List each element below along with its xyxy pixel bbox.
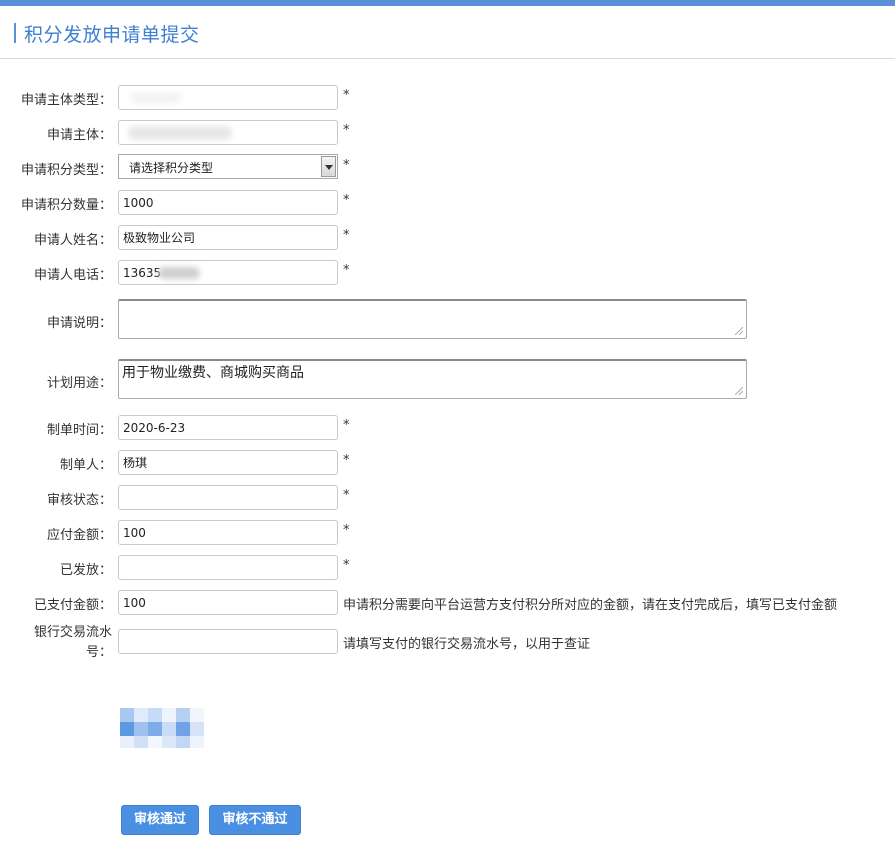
approve-button[interactable]: 审核通过 xyxy=(121,805,199,835)
row-applicant-type: 申请主体类型： * xyxy=(0,85,895,110)
required-mark: * xyxy=(343,193,350,208)
required-mark: * xyxy=(343,418,350,433)
applicant-phone-input[interactable] xyxy=(118,260,338,285)
row-creator: 制单人： * xyxy=(0,450,895,475)
points-type-select[interactable]: 请选择积分类型 xyxy=(118,154,338,179)
chevron-down-icon[interactable] xyxy=(321,156,336,177)
row-points-amount: 申请积分数量： * xyxy=(0,190,895,215)
row-paid-amount: 已支付金额： 申请积分需要向平台运营方支付积分所对应的金额，请在支付完成后，填写… xyxy=(0,590,895,615)
row-applicant-phone: 申请人电话： * xyxy=(0,260,895,285)
page-title: 积分发放申请单提交 xyxy=(24,24,200,46)
page-header: 积分发放申请单提交 xyxy=(0,6,895,59)
row-description: 申请说明： xyxy=(0,299,895,339)
review-status-label: 审核状态： xyxy=(46,493,112,508)
required-mark: * xyxy=(343,263,350,278)
creator-input[interactable] xyxy=(118,450,338,475)
row-created-time: 制单时间： * xyxy=(0,415,895,440)
applicant-name-input[interactable] xyxy=(118,225,338,250)
paid-amount-label: 已支付金额： xyxy=(33,598,112,613)
required-mark: * xyxy=(343,88,350,103)
paid-amount-hint: 申请积分需要向平台运营方支付积分所对应的金额，请在支付完成后，填写已支付金额 xyxy=(343,598,838,613)
created-time-input[interactable] xyxy=(118,415,338,440)
payable-amount-label: 应付金额： xyxy=(46,528,112,543)
description-label: 申请说明： xyxy=(46,316,112,331)
bank-serial-input[interactable] xyxy=(118,629,338,654)
redacted-text xyxy=(158,267,200,279)
resize-grip-icon[interactable] xyxy=(735,327,743,335)
points-amount-label: 申请积分数量： xyxy=(20,198,112,213)
row-payable-amount: 应付金额： * xyxy=(0,520,895,545)
row-bank-serial: 银行交易流水号： 请填写支付的银行交易流水号，以用于查证 xyxy=(0,623,895,667)
purpose-label: 计划用途： xyxy=(46,376,112,391)
applicant-name-label: 申请人姓名： xyxy=(33,233,112,248)
applicant-phone-label: 申请人电话： xyxy=(33,268,112,283)
row-points-type: 申请积分类型： 请选择积分类型 * xyxy=(0,154,895,179)
points-amount-input[interactable] xyxy=(118,190,338,215)
applicant-type-label: 申请主体类型： xyxy=(20,93,112,108)
description-textarea[interactable] xyxy=(118,299,747,339)
points-type-selected-value: 请选择积分类型 xyxy=(129,161,214,175)
required-mark: * xyxy=(343,158,350,173)
row-purpose: 计划用途： 用于物业缴费、商城购买商品 xyxy=(0,359,895,399)
reject-button[interactable]: 审核不通过 xyxy=(209,805,301,835)
resize-grip-icon[interactable] xyxy=(735,387,743,395)
points-type-label: 申请积分类型： xyxy=(20,163,112,178)
required-mark: * xyxy=(343,558,350,573)
redacted-text xyxy=(130,93,182,103)
redacted-text xyxy=(128,126,232,140)
created-time-label: 制单时间： xyxy=(46,423,112,438)
payable-amount-input[interactable] xyxy=(118,520,338,545)
issued-input[interactable] xyxy=(118,555,338,580)
row-review-status: 审核状态： * xyxy=(0,485,895,510)
paid-amount-input[interactable] xyxy=(118,590,338,615)
required-mark: * xyxy=(343,523,350,538)
creator-label: 制单人： xyxy=(59,458,112,473)
review-status-input[interactable] xyxy=(118,485,338,510)
row-issued: 已发放： * xyxy=(0,555,895,580)
row-applicant: 申请主体： * xyxy=(0,120,895,145)
redacted-image xyxy=(120,708,210,748)
bank-serial-hint: 请填写支付的银行交易流水号，以用于查证 xyxy=(343,637,591,652)
issued-label: 已发放： xyxy=(59,563,112,578)
required-mark: * xyxy=(343,453,350,468)
purpose-textarea[interactable]: 用于物业缴费、商城购买商品 xyxy=(118,359,747,399)
title-accent-mark xyxy=(14,23,16,43)
required-mark: * xyxy=(343,228,350,243)
bank-serial-label: 银行交易流水号： xyxy=(33,625,112,660)
applicant-label: 申请主体： xyxy=(46,128,112,143)
row-applicant-name: 申请人姓名： * xyxy=(0,225,895,250)
required-mark: * xyxy=(343,488,350,503)
required-mark: * xyxy=(343,123,350,138)
